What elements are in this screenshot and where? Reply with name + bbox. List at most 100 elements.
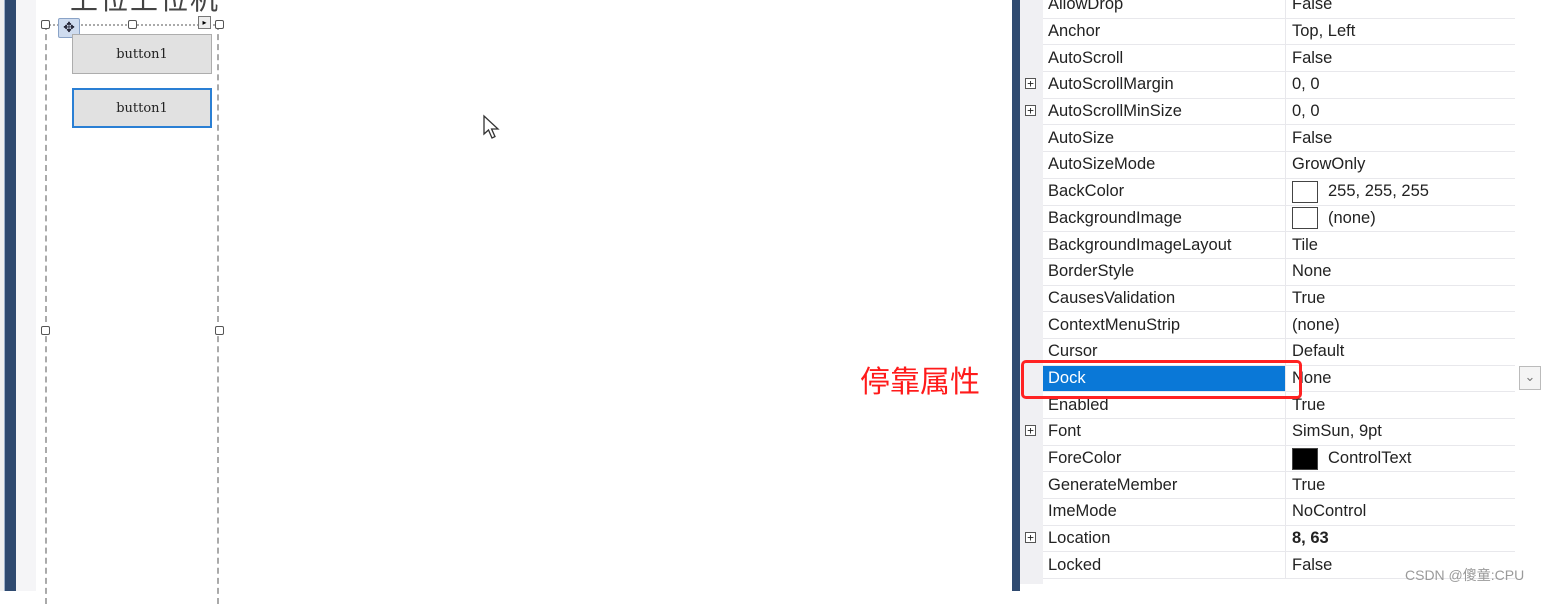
property-name[interactable]: BackColor — [1043, 178, 1286, 205]
property-name[interactable]: AutoScrollMargin — [1043, 72, 1286, 98]
property-name[interactable]: AutoSizeMode — [1043, 152, 1286, 178]
property-value-text: 0, 0 — [1292, 75, 1320, 94]
property-name[interactable]: ForeColor — [1043, 445, 1286, 472]
property-value[interactable]: None — [1286, 259, 1331, 285]
property-value-text: None — [1292, 262, 1332, 281]
property-value-text: True — [1292, 475, 1326, 494]
dock-dropdown-button[interactable]: ⌄ — [1519, 366, 1541, 390]
property-value[interactable]: Top, Left — [1286, 19, 1355, 45]
property-value-text: True — [1292, 288, 1326, 307]
color-swatch-icon — [1292, 207, 1318, 230]
property-value[interactable]: False — [1286, 0, 1332, 18]
annotation-highlight-box — [1021, 360, 1302, 399]
property-value[interactable]: 8, 63 — [1286, 526, 1329, 552]
property-name[interactable]: Anchor — [1043, 18, 1286, 45]
property-value-text: NoControl — [1292, 502, 1367, 521]
property-name[interactable]: BackgroundImage — [1043, 205, 1286, 232]
property-name[interactable]: AutoSize — [1043, 125, 1286, 152]
designer-button-1[interactable]: button1 — [72, 34, 212, 74]
mouse-cursor-icon — [483, 114, 500, 139]
resize-handle-top-left[interactable] — [41, 20, 50, 29]
property-value[interactable]: True — [1286, 472, 1325, 498]
expand-plus-icon[interactable]: + — [1025, 104, 1036, 116]
property-value-text: Top, Left — [1292, 22, 1356, 41]
property-value[interactable]: False — [1286, 552, 1332, 578]
property-value-text: 0, 0 — [1292, 102, 1320, 121]
property-value[interactable]: SimSun, 9pt — [1286, 419, 1382, 445]
property-name[interactable]: AllowDrop — [1043, 0, 1286, 18]
property-row-autoscrollminsize[interactable]: + AutoScrollMinSize 0, 0 — [1025, 98, 1515, 126]
left-dock-bar — [4, 0, 16, 591]
property-value-text: Default — [1292, 342, 1345, 361]
property-panel-dock-bar — [1012, 0, 1020, 591]
property-row-generatemember[interactable]: GenerateMember True — [1043, 472, 1515, 500]
property-row-causesvalidation[interactable]: CausesValidation True — [1043, 285, 1515, 313]
property-row-forecolor[interactable]: ForeColor ControlText — [1043, 445, 1515, 473]
property-value-text: False — [1292, 0, 1333, 14]
resize-handle-right[interactable] — [215, 326, 224, 335]
property-value[interactable]: False — [1286, 45, 1332, 71]
property-value[interactable]: Tile — [1286, 232, 1318, 258]
property-row-location[interactable]: + Location 8, 63 — [1025, 525, 1515, 553]
property-row-autosize[interactable]: AutoSize False — [1043, 125, 1515, 153]
property-row-anchor[interactable]: Anchor Top, Left — [1043, 18, 1515, 46]
property-name[interactable]: CausesValidation — [1043, 285, 1286, 312]
property-row-imemode[interactable]: ImeMode NoControl — [1043, 499, 1515, 526]
property-row-backgroundimagelayout[interactable]: BackgroundImageLayout Tile — [1043, 232, 1515, 259]
resize-handle-top-right[interactable] — [215, 20, 224, 29]
property-grid: AllowDrop False Anchor Top, Left AutoScroll F… — [1025, 0, 1515, 580]
property-row-backcolor[interactable]: BackColor 255, 255, 255 — [1043, 178, 1515, 206]
property-name[interactable]: BorderStyle — [1043, 258, 1286, 285]
property-value-text: GrowOnly — [1292, 155, 1366, 174]
color-swatch-icon — [1292, 180, 1318, 203]
property-name[interactable]: ImeMode — [1043, 499, 1286, 525]
property-name[interactable]: ContextMenuStrip — [1043, 312, 1286, 338]
property-value-text: False — [1292, 555, 1333, 574]
property-value-text: (none) — [1292, 315, 1340, 334]
button-label: button1 — [116, 46, 168, 62]
property-row-autoscrollmargin[interactable]: + AutoScrollMargin 0, 0 — [1025, 72, 1515, 99]
property-value[interactable]: 0, 0 — [1286, 99, 1320, 125]
property-name[interactable]: Font — [1043, 419, 1286, 445]
property-value-text: 8, 63 — [1292, 529, 1329, 548]
property-row-autosizemode[interactable]: AutoSizeMode GrowOnly — [1043, 152, 1515, 179]
left-gutter — [16, 0, 36, 591]
property-row-contextmenustrip[interactable]: ContextMenuStrip (none) — [1043, 312, 1515, 339]
property-name[interactable]: GenerateMember — [1043, 472, 1286, 499]
property-value[interactable]: 255, 255, 255 — [1286, 179, 1429, 205]
expand-plus-icon[interactable]: + — [1025, 531, 1036, 543]
resize-handle-left[interactable] — [41, 326, 50, 335]
property-row-font[interactable]: + Font SimSun, 9pt — [1025, 419, 1515, 446]
property-value-text: SimSun, 9pt — [1292, 422, 1382, 441]
property-value[interactable]: True — [1286, 286, 1325, 312]
property-row-backgroundimage[interactable]: BackgroundImage (none) — [1043, 205, 1515, 233]
watermark: CSDN @傻童:CPU — [1405, 567, 1525, 583]
property-value[interactable]: (none) — [1286, 206, 1376, 232]
property-value[interactable]: GrowOnly — [1286, 152, 1365, 178]
property-value[interactable]: 0, 0 — [1286, 72, 1320, 98]
property-value[interactable]: False — [1286, 125, 1332, 151]
property-name[interactable]: Location — [1043, 525, 1286, 552]
color-swatch-icon — [1292, 447, 1318, 470]
property-row-allowdrop[interactable]: AllowDrop False — [1043, 0, 1515, 19]
property-value[interactable]: NoControl — [1286, 499, 1366, 525]
property-value-text: (none) — [1328, 208, 1376, 227]
expand-plus-icon[interactable]: + — [1025, 78, 1036, 90]
property-value[interactable]: ControlText — [1286, 446, 1411, 472]
property-name[interactable]: AutoScrollMinSize — [1043, 98, 1286, 125]
property-value-text: Tile — [1292, 235, 1318, 254]
property-value-text: False — [1292, 48, 1333, 67]
property-name[interactable]: BackgroundImageLayout — [1043, 232, 1286, 258]
smart-tag-icon[interactable]: ▸ — [198, 16, 211, 29]
button-label: button1 — [116, 100, 168, 116]
property-value[interactable]: (none) — [1286, 312, 1340, 338]
designer-button-2-selected[interactable]: button1 — [72, 88, 212, 128]
property-value-text: ControlText — [1328, 449, 1412, 468]
annotation-dock-label: 停靠属性 — [860, 365, 980, 400]
resize-handle-top[interactable] — [128, 20, 137, 29]
expand-plus-icon[interactable]: + — [1025, 425, 1036, 436]
property-row-autoscroll[interactable]: AutoScroll False — [1043, 45, 1515, 73]
property-name[interactable]: AutoScroll — [1043, 45, 1286, 72]
property-row-borderstyle[interactable]: BorderStyle None — [1043, 258, 1515, 286]
property-name[interactable]: Locked — [1043, 552, 1286, 579]
